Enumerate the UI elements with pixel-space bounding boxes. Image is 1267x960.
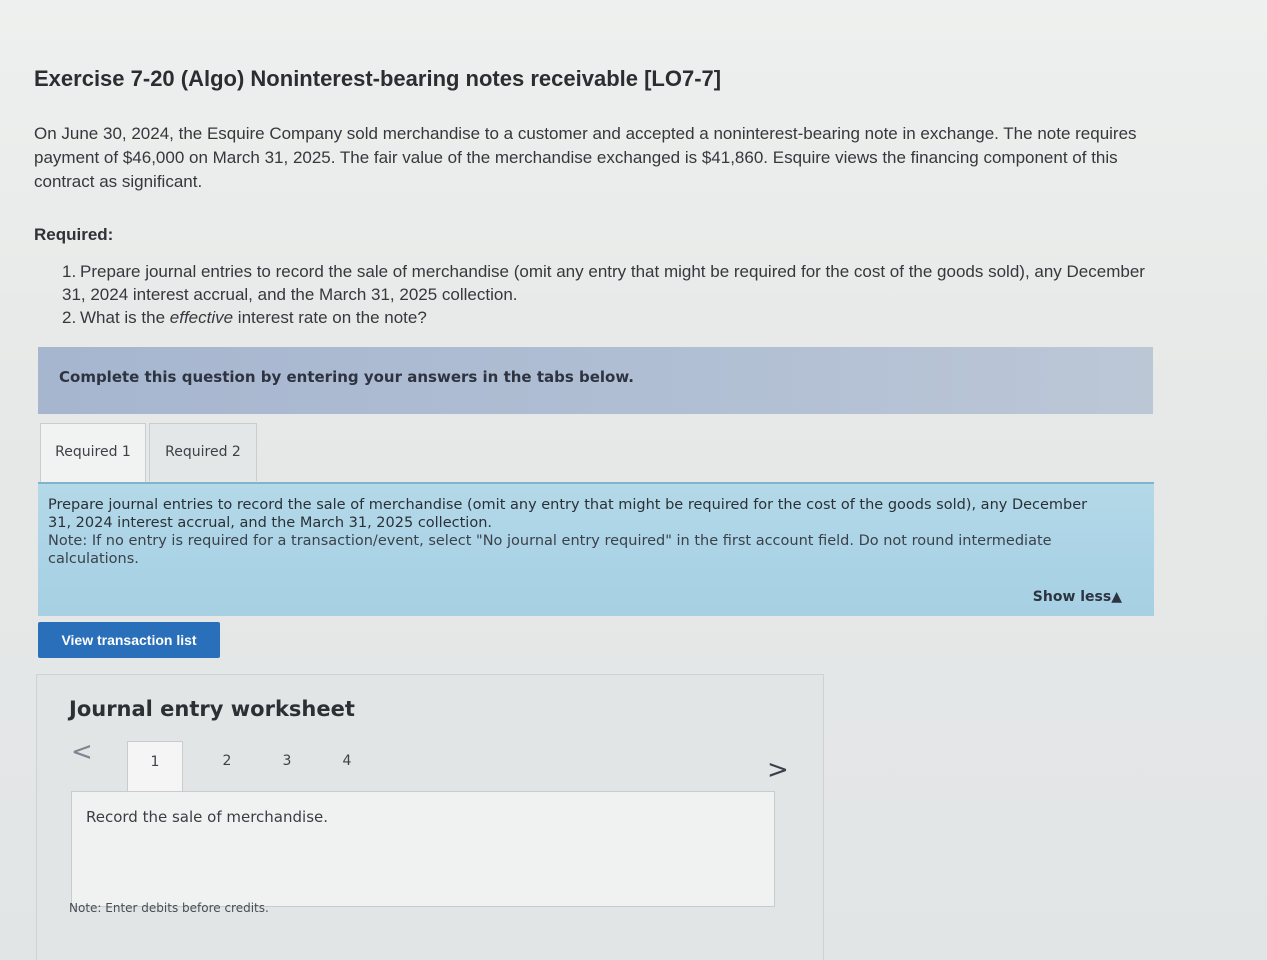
- chevron-right-icon[interactable]: >: [767, 755, 789, 785]
- instructions-note: Note: If no entry is required for a tran…: [48, 533, 1052, 567]
- required-item-1: 1. Prepare journal entries to record the …: [62, 260, 1162, 306]
- instructions-banner: Complete this question by entering your …: [38, 347, 1153, 414]
- exercise-intro: On June 30, 2024, the Esquire Company so…: [34, 124, 1137, 191]
- journal-entry-worksheet: Journal entry worksheet < 1 2 3 4 > Reco…: [36, 674, 824, 960]
- show-less-toggle[interactable]: Show less▲: [1033, 588, 1122, 606]
- worksheet-step-1[interactable]: 1: [127, 741, 183, 791]
- show-less-label: Show less: [1032, 589, 1112, 605]
- chevron-left-icon[interactable]: <: [71, 737, 93, 767]
- worksheet-prompt: Record the sale of merchandise.: [86, 808, 329, 826]
- required-list: 1. Prepare journal entries to record the …: [62, 260, 1162, 329]
- required-item-2: 2. What is the effective interest rate on…: [62, 306, 1162, 329]
- banner-text: Complete this question by entering your …: [59, 368, 634, 386]
- worksheet-note: Note: Enter debits before credits.: [69, 901, 269, 915]
- required-item-number: 2.: [62, 308, 77, 327]
- view-transaction-list-button[interactable]: View transaction list: [38, 622, 220, 658]
- worksheet-title: Journal entry worksheet: [69, 697, 355, 721]
- required-label: Required:: [34, 225, 114, 244]
- instructions-text: Prepare journal entries to record the sa…: [48, 497, 1088, 531]
- exercise-title: Exercise 7-20 (Algo) Noninterest-bearing…: [34, 66, 722, 91]
- required-item-text-after: interest rate on the note?: [233, 308, 427, 327]
- required-item-text: Prepare journal entries to record the sa…: [62, 262, 1145, 304]
- tab-required-1[interactable]: Required 1: [40, 423, 146, 483]
- required-item-text-before: What is the: [80, 308, 170, 327]
- page: Exercise 7-20 (Algo) Noninterest-bearing…: [0, 0, 1267, 960]
- worksheet-step-4[interactable]: 4: [319, 741, 375, 791]
- worksheet-step-panel: Record the sale of merchandise.: [71, 791, 775, 907]
- triangle-up-icon: ▲: [1111, 589, 1122, 605]
- worksheet-step-3[interactable]: 3: [259, 741, 315, 791]
- tab-instructions-panel: Prepare journal entries to record the sa…: [38, 482, 1154, 616]
- tab-required-2[interactable]: Required 2: [149, 423, 257, 481]
- required-item-number: 1.: [62, 262, 77, 281]
- required-item-emphasis: effective: [169, 308, 234, 327]
- worksheet-step-2[interactable]: 2: [199, 741, 255, 791]
